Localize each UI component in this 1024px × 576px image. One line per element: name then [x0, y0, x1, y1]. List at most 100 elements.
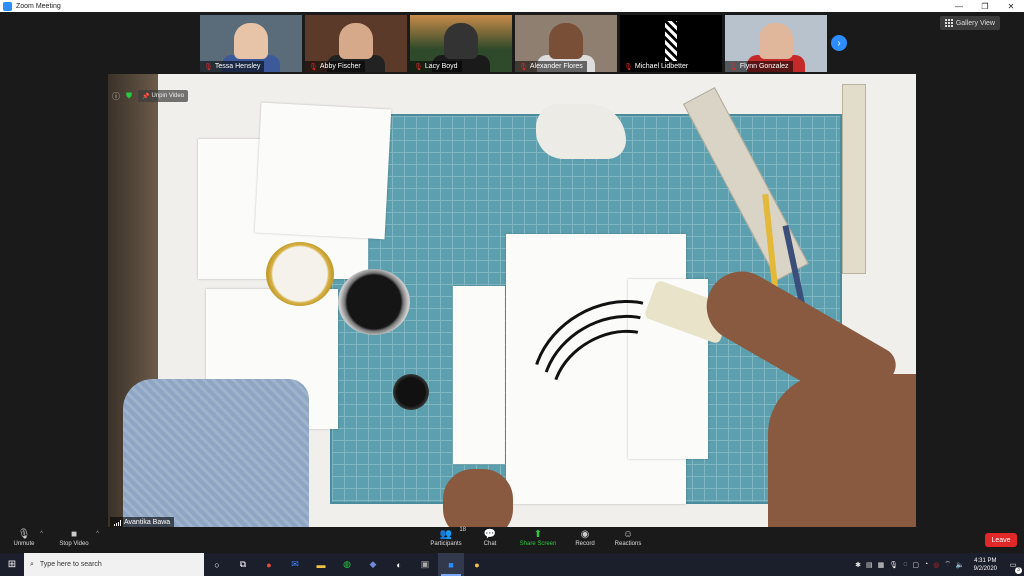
participant-tile[interactable]: 🎙 Abby Fischer — [305, 15, 407, 72]
unpin-video-button[interactable]: 📌 Unpin Video — [138, 90, 189, 102]
tray-app-icon[interactable]: ◔ — [924, 561, 928, 568]
taskbar-search-box[interactable]: ⌕ Type here to search — [24, 553, 204, 576]
windows-taskbar: ⊞ ⌕ Type here to search ○ ⧉ ● ✉ ▬ ◍ ◆ ◐ … — [0, 553, 1024, 576]
video-overlay-controls: ⓘ ⛊ 📌 Unpin Video — [112, 90, 189, 102]
participant-tile[interactable]: 🎙 Flynn Gonzalez — [725, 15, 827, 72]
video-towel — [123, 379, 309, 528]
close-icon[interactable]: ✕ — [998, 0, 1024, 12]
clock-date: 9/2/2020 — [973, 565, 997, 572]
gallery-view-label: Gallery View — [955, 19, 995, 27]
participant-name-tag: 🎙 Abby Fischer — [305, 61, 365, 72]
windows-start-icon[interactable]: ⊞ — [0, 553, 24, 576]
taskbar-clock[interactable]: 4:31 PM 9/2/2020 — [974, 557, 997, 573]
participants-icon: 👥 — [439, 529, 453, 540]
participant-name: Alexander Flores — [529, 63, 583, 70]
notification-center-icon[interactable]: ▭ 3 — [1006, 558, 1022, 574]
unmute-label: Unmute — [13, 541, 35, 547]
mic-muted-icon: 🎙 — [519, 63, 528, 71]
participant-name-tag: 🎙 Alexander Flores — [515, 61, 587, 72]
participant-thumbnails: 🎙 Tessa Hensley 🎙 Abby Fischer 🎙 Lacy Boyd … — [200, 15, 827, 72]
mic-muted-icon: 🎙 — [309, 63, 318, 71]
chat-icon: 💬 — [483, 529, 497, 540]
stop-video-button[interactable]: ■ Stop Video ^ — [56, 529, 99, 551]
participant-name: Tessa Hensley — [214, 63, 261, 70]
tray-app-icon[interactable]: ▦ — [878, 561, 885, 569]
task-view-icon[interactable]: ⧉ — [230, 553, 256, 576]
tray-app-icon[interactable]: ◌ — [903, 561, 907, 568]
share-screen-label: Share Screen — [519, 541, 557, 547]
speaker-name: Avantika Bawa — [124, 519, 171, 526]
discord-icon[interactable]: ◆ — [360, 553, 386, 576]
video-hand — [443, 469, 513, 528]
shield-icon[interactable]: ⛊ — [126, 91, 132, 101]
participant-name: Abby Fischer — [319, 63, 361, 70]
app-icon[interactable]: ▣ — [412, 553, 438, 576]
pin-icon: 📌 — [142, 93, 150, 100]
stop-video-label: Stop Video — [59, 541, 89, 547]
taskbar-search-placeholder: Type here to search — [39, 561, 102, 568]
wifi-icon[interactable]: ⌔ — [944, 560, 951, 569]
share-screen-button[interactable]: ⬆ Share Screen — [517, 529, 559, 551]
avatar-pattern — [665, 21, 677, 61]
info-icon[interactable]: ⓘ — [112, 91, 120, 102]
chat-label: Chat — [483, 541, 497, 547]
minimize-icon[interactable]: — — [946, 0, 972, 12]
cortana-icon[interactable]: ○ — [204, 553, 230, 576]
participant-tile[interactable]: 🎙 Michael Lidbetter — [620, 15, 722, 72]
mail-icon[interactable]: ✉ — [282, 553, 308, 576]
meeting-toolbar: 🎙 Unmute ^ ■ Stop Video ^ 👥 18 Participa… — [0, 527, 1024, 553]
next-page-arrow-icon[interactable]: › — [831, 35, 847, 51]
chrome-canary-icon[interactable]: ● — [464, 553, 490, 576]
participant-name-tag: 🎙 Michael Lidbetter — [620, 61, 693, 72]
participant-tile[interactable]: 🎙 Lacy Boyd — [410, 15, 512, 72]
video-jar-lid — [266, 242, 334, 306]
restore-icon[interactable]: ❐ — [972, 0, 998, 12]
window-titlebar: Zoom Meeting — ❐ ✕ — [0, 0, 1024, 12]
participant-tile[interactable]: 🎙 Alexander Flores — [515, 15, 617, 72]
participant-tile[interactable]: 🎙 Tessa Hensley — [200, 15, 302, 72]
window-controls: — ❐ ✕ — [946, 0, 1024, 12]
participant-face — [759, 23, 793, 59]
file-explorer-icon[interactable]: ▬ — [308, 553, 334, 576]
participant-name-tag: 🎙 Flynn Gonzalez — [725, 61, 793, 72]
upwork-icon[interactable]: ◍ — [334, 553, 360, 576]
video-ink-jar — [338, 269, 410, 335]
tray-app-icon[interactable]: ▤ — [866, 561, 873, 569]
video-camera-icon: ■ — [70, 529, 78, 540]
mic-muted-icon: 🎙 — [729, 63, 738, 71]
notification-count: 3 — [1015, 566, 1022, 574]
tray-app-icon[interactable]: ◎ — [933, 561, 939, 569]
caret-up-icon[interactable]: ^ — [96, 531, 99, 537]
participants-count: 18 — [459, 527, 466, 533]
participants-button[interactable]: 👥 18 Participants — [428, 527, 466, 551]
chat-button[interactable]: 💬 Chat — [480, 529, 500, 551]
caret-up-icon[interactable]: ^ — [40, 531, 43, 537]
leave-button[interactable]: Leave — [985, 533, 1017, 547]
chrome-icon[interactable]: ● — [256, 553, 282, 576]
tray-app-icon[interactable]: ▢ — [912, 561, 919, 569]
meeting-area: 🎙 Tessa Hensley 🎙 Abby Fischer 🎙 Lacy Boyd … — [0, 12, 1024, 528]
participant-face — [339, 23, 373, 59]
microphone-icon[interactable]: 🎙 — [889, 561, 898, 569]
record-label: Record — [575, 541, 595, 547]
unmute-button[interactable]: 🎙 Unmute ^ — [12, 529, 43, 551]
mic-muted-icon: 🎙 — [624, 63, 633, 71]
video-arm — [768, 374, 916, 528]
video-rag — [536, 104, 626, 159]
steam-icon[interactable]: ◐ — [386, 553, 412, 576]
volume-icon[interactable]: 🔈 — [956, 561, 965, 569]
reactions-button[interactable]: ☺ Reactions — [612, 529, 644, 551]
record-button[interactable]: ◉ Record — [573, 529, 597, 551]
smiley-icon: ☺ — [622, 529, 634, 540]
window-title: Zoom Meeting — [16, 2, 61, 10]
search-icon: ⌕ — [30, 560, 34, 568]
gallery-view-button[interactable]: Gallery View — [939, 16, 1000, 30]
video-ruler-vertical — [842, 84, 866, 274]
video-paper-sheet — [254, 102, 392, 240]
tray-app-icon[interactable]: ✱ — [855, 561, 861, 569]
mic-muted-icon: 🎙 — [204, 63, 213, 71]
mic-muted-icon: 🎙 — [414, 63, 423, 71]
zoom-taskbar-icon[interactable]: ■ — [438, 553, 464, 576]
main-video[interactable] — [108, 74, 916, 528]
video-small-ink-jar — [393, 374, 429, 410]
